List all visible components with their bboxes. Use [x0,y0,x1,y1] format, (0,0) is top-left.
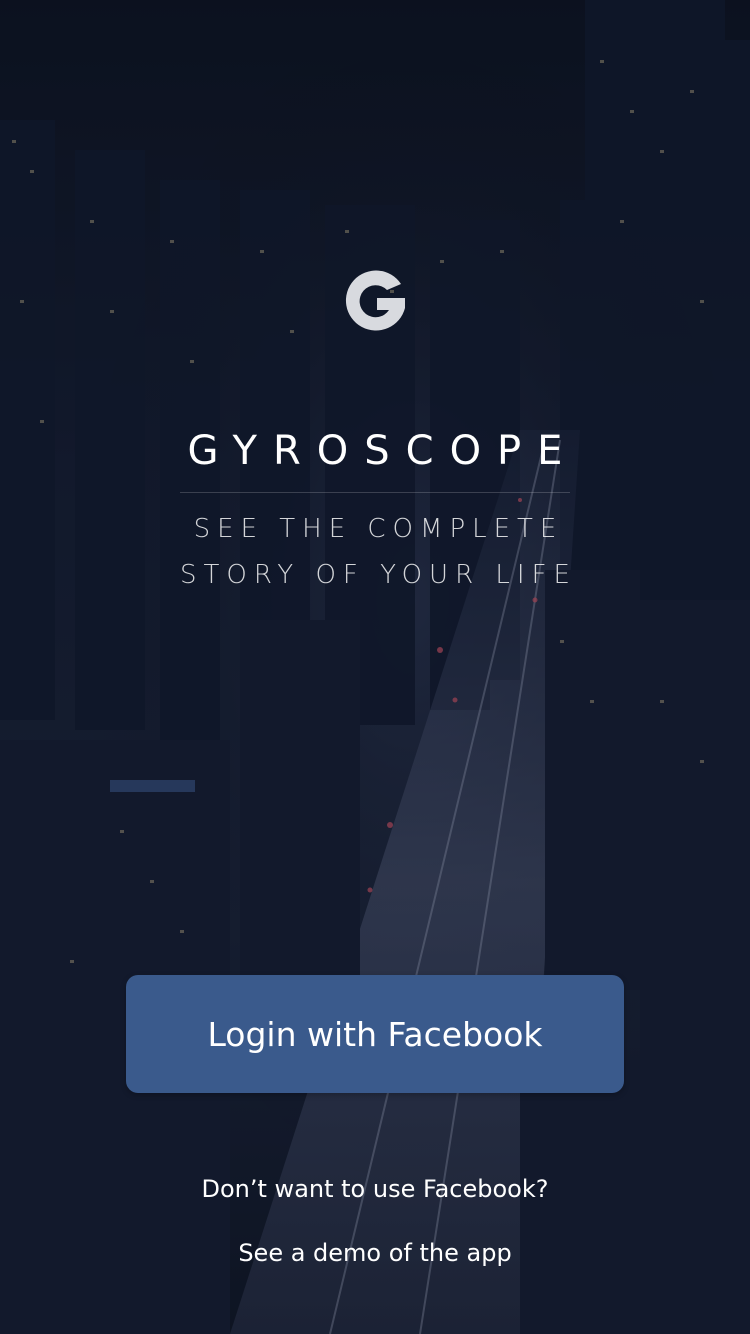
login-screen: GYROSCOPE SEE THE COMPLETE STORY OF YOUR… [0,0,750,1334]
gyroscope-logo-icon [345,270,405,331]
app-title: GYROSCOPE [187,428,579,474]
alternative-login-prompt: Don’t want to use Facebook? [201,1175,549,1203]
login-with-facebook-button[interactable]: Login with Facebook [126,975,624,1093]
see-demo-link[interactable]: See a demo of the app [0,1239,750,1267]
tagline-line-2: STORY OF YOUR LIFE [180,560,577,590]
tagline-line-1: SEE THE COMPLETE [193,514,564,544]
title-divider [180,492,570,493]
city-night-background [0,0,750,1334]
login-with-facebook-label: Login with Facebook [207,1014,543,1054]
